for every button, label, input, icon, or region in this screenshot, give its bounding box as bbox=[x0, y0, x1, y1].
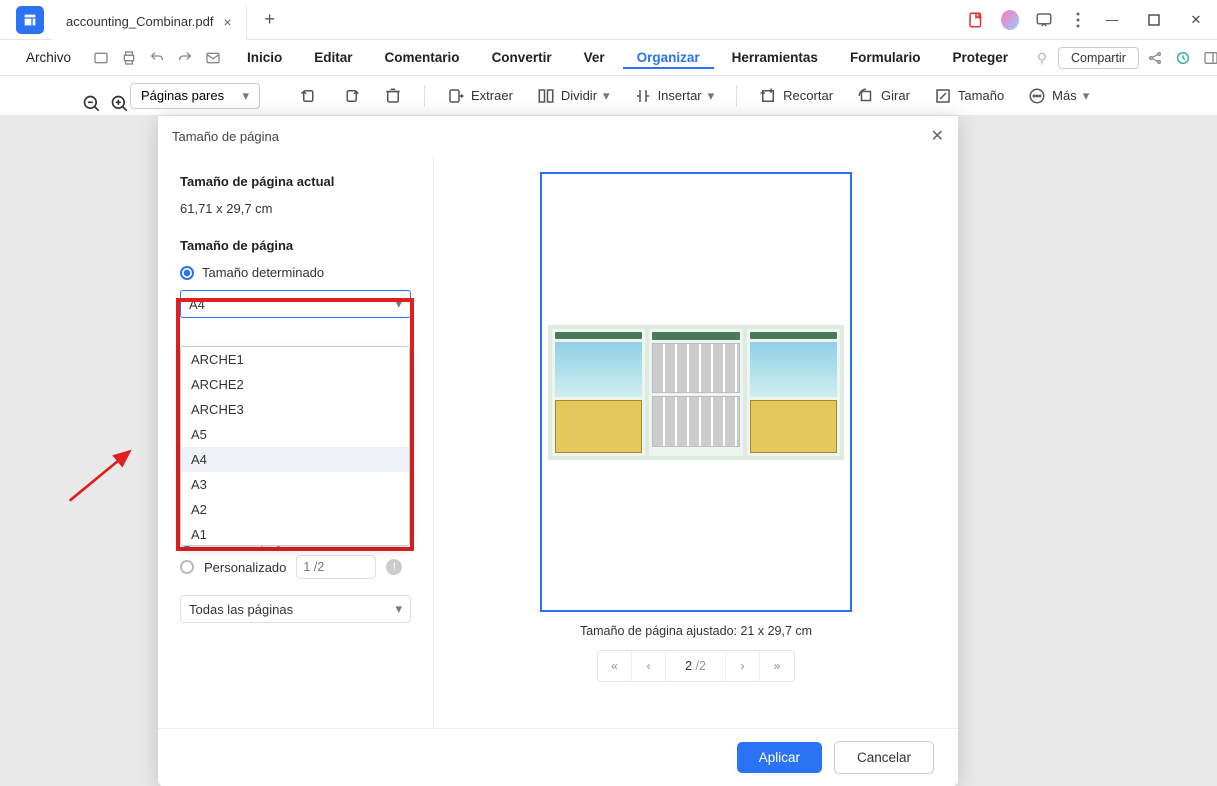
menu-ver[interactable]: Ver bbox=[570, 46, 619, 69]
chevron-down-icon: ▾ bbox=[242, 88, 249, 104]
rotate-button[interactable]: Girar bbox=[849, 83, 918, 109]
determined-size-radio[interactable]: Tamaño determinado bbox=[158, 261, 433, 284]
canvas: Tamaño de página ✕ Tamaño de página actu… bbox=[0, 116, 1217, 747]
zoom-out-button[interactable] bbox=[74, 86, 94, 106]
page-range-value: Páginas pares bbox=[141, 88, 224, 103]
crop-button[interactable]: Recortar bbox=[751, 83, 841, 109]
chevron-down-icon: ▾ bbox=[395, 296, 402, 312]
redo-icon[interactable] bbox=[177, 47, 193, 69]
close-tab-icon[interactable]: × bbox=[223, 14, 231, 30]
size-option[interactable]: A3 bbox=[181, 472, 409, 497]
pager-display: 2 /2 bbox=[666, 651, 726, 681]
minimize-button[interactable]: — bbox=[1091, 0, 1133, 40]
page-range-select[interactable]: Páginas pares ▾ bbox=[130, 83, 260, 109]
app-logo bbox=[16, 6, 44, 34]
current-size-value: 61,71 x 29,7 cm bbox=[158, 197, 433, 230]
size-select[interactable]: A4 ▾ bbox=[180, 290, 411, 318]
info-icon: ! bbox=[386, 559, 402, 575]
apply-range-select[interactable]: Todas las páginas ▾ bbox=[180, 595, 411, 623]
menu-formulario[interactable]: Formulario bbox=[836, 46, 935, 69]
size-option[interactable]: ARCHE1 bbox=[181, 347, 409, 372]
menu-herramientas[interactable]: Herramientas bbox=[718, 46, 832, 69]
mail-icon[interactable] bbox=[205, 47, 221, 69]
extract-button[interactable]: Extraer bbox=[439, 83, 521, 109]
preview-content bbox=[548, 325, 844, 460]
menu-bar: Archivo Inicio Editar Comentario Convert… bbox=[0, 40, 1217, 76]
pager-next-button[interactable]: › bbox=[726, 651, 760, 681]
panel-icon[interactable] bbox=[1203, 47, 1217, 69]
dialog-footer: Aplicar Cancelar bbox=[158, 728, 958, 786]
size-option[interactable]: A5 bbox=[181, 422, 409, 447]
custom-range-radio[interactable]: Personalizado ! bbox=[158, 551, 433, 583]
preview-caption: Tamaño de página ajustado: 21 x 29,7 cm bbox=[580, 624, 812, 638]
radio-off-icon bbox=[180, 560, 194, 574]
rotate-left-button[interactable] bbox=[292, 83, 326, 109]
dialog-close-button[interactable]: ✕ bbox=[931, 126, 944, 146]
avatar-icon[interactable] bbox=[1001, 11, 1019, 29]
document-tab[interactable]: accounting_Combinar.pdf × bbox=[52, 4, 247, 40]
page-size-dialog: Tamaño de página ✕ Tamaño de página actu… bbox=[158, 116, 958, 786]
dialog-title-text: Tamaño de página bbox=[172, 129, 279, 144]
delete-button[interactable] bbox=[376, 83, 410, 109]
size-option-selected[interactable]: A4 bbox=[181, 447, 409, 472]
title-bar: accounting_Combinar.pdf × + — ✕ bbox=[0, 0, 1217, 40]
notes-icon[interactable] bbox=[967, 11, 985, 29]
custom-range-input[interactable] bbox=[296, 555, 376, 579]
kebab-icon[interactable] bbox=[1069, 11, 1087, 29]
maximize-button[interactable] bbox=[1133, 0, 1175, 40]
new-tab-button[interactable]: + bbox=[255, 5, 285, 35]
menu-organizar[interactable]: Organizar bbox=[623, 46, 714, 69]
dialog-titlebar: Tamaño de página ✕ bbox=[158, 116, 958, 156]
menu-comentario[interactable]: Comentario bbox=[371, 46, 474, 69]
bulb-icon[interactable] bbox=[1034, 47, 1050, 69]
cancel-button[interactable]: Cancelar bbox=[834, 741, 934, 774]
size-dropdown[interactable]: ARCHE1 ARCHE2 ARCHE3 A5 A4 A3 A2 A1 A0 bbox=[180, 346, 410, 546]
current-size-header: Tamaño de página actual bbox=[158, 166, 433, 197]
size-option[interactable]: ARCHE2 bbox=[181, 372, 409, 397]
radio-on-icon bbox=[180, 266, 194, 280]
dialog-left-pane: Tamaño de página actual 61,71 x 29,7 cm … bbox=[158, 156, 434, 728]
size-select-value: A4 bbox=[189, 297, 205, 312]
page-size-header: Tamaño de página bbox=[158, 230, 433, 261]
organize-toolbar: Páginas pares ▾ Extraer Dividir▾ Inserta… bbox=[0, 76, 1217, 116]
share-button[interactable]: Compartir bbox=[1058, 47, 1139, 69]
menu-convertir[interactable]: Convertir bbox=[478, 46, 566, 69]
menu-proteger[interactable]: Proteger bbox=[938, 46, 1022, 69]
insert-button[interactable]: Insertar▾ bbox=[626, 83, 723, 109]
preview-page bbox=[540, 172, 852, 612]
size-option[interactable]: A1 bbox=[181, 522, 409, 546]
pager-first-button[interactable]: « bbox=[598, 651, 632, 681]
close-window-button[interactable]: ✕ bbox=[1175, 0, 1217, 40]
split-button[interactable]: Dividir▾ bbox=[529, 83, 618, 109]
menu-inicio[interactable]: Inicio bbox=[233, 46, 296, 69]
size-option[interactable]: A2 bbox=[181, 497, 409, 522]
size-option[interactable]: ARCHE3 bbox=[181, 397, 409, 422]
zoom-in-button[interactable] bbox=[102, 86, 122, 106]
callout-arrow bbox=[46, 446, 156, 506]
open-icon[interactable] bbox=[93, 47, 109, 69]
menu-archivo[interactable]: Archivo bbox=[12, 46, 85, 69]
pager-last-button[interactable]: » bbox=[760, 651, 794, 681]
print-icon[interactable] bbox=[121, 47, 137, 69]
tab-title: accounting_Combinar.pdf bbox=[66, 14, 213, 29]
menu-editar[interactable]: Editar bbox=[300, 46, 366, 69]
dialog-preview-pane: Tamaño de página ajustado: 21 x 29,7 cm … bbox=[434, 156, 958, 728]
preview-pager: « ‹ 2 /2 › » bbox=[597, 650, 795, 682]
chevron-down-icon: ▾ bbox=[395, 601, 402, 617]
sync-icon[interactable] bbox=[1175, 47, 1191, 69]
rotate-right-button[interactable] bbox=[334, 83, 368, 109]
more-button[interactable]: Más▾ bbox=[1020, 83, 1097, 109]
undo-icon[interactable] bbox=[149, 47, 165, 69]
cloud-share-icon[interactable] bbox=[1147, 47, 1163, 69]
chat-icon[interactable] bbox=[1035, 11, 1053, 29]
pager-prev-button[interactable]: ‹ bbox=[632, 651, 666, 681]
size-button[interactable]: Tamaño bbox=[926, 83, 1012, 109]
